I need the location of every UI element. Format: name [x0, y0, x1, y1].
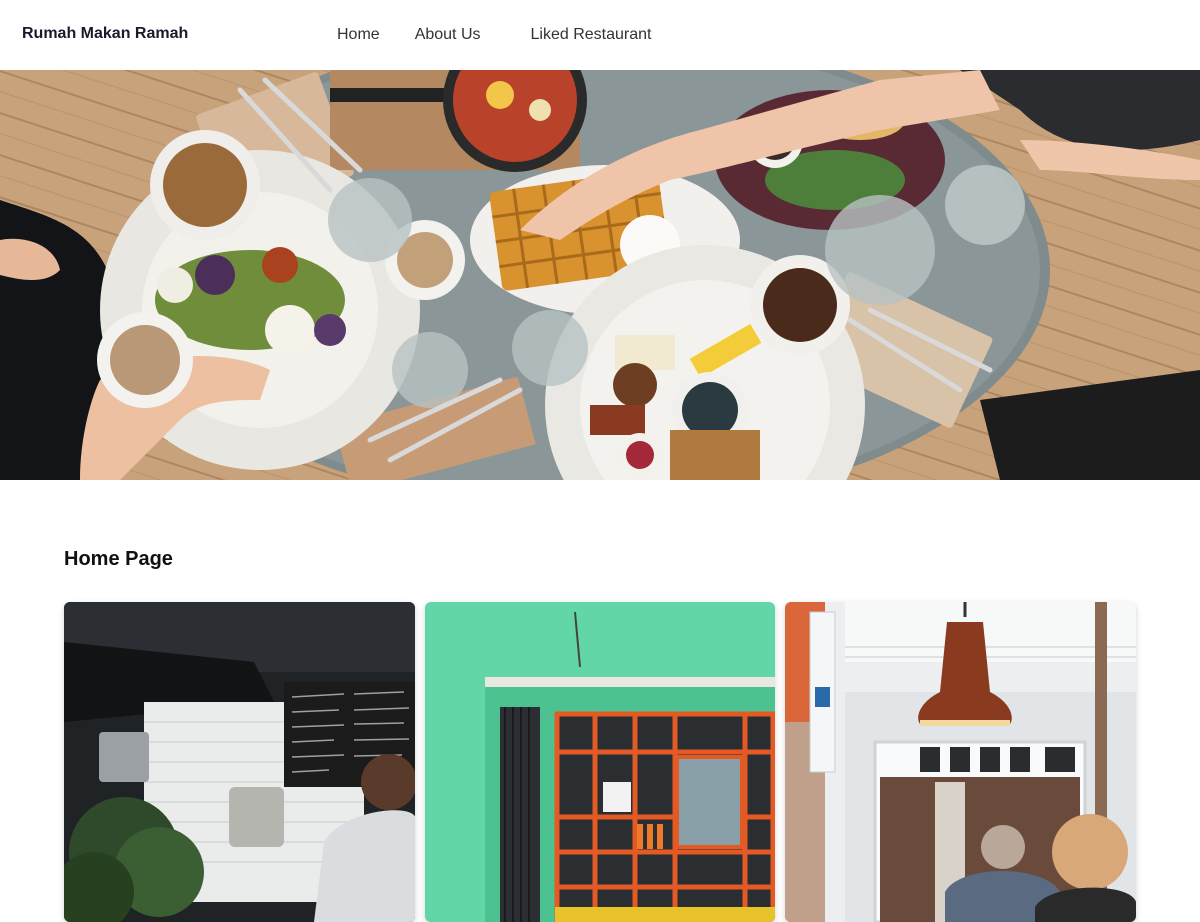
hero-image — [0, 70, 1200, 480]
restaurant-card[interactable] — [64, 602, 415, 922]
restaurant-card[interactable] — [785, 602, 1136, 922]
restaurant-card[interactable] — [425, 602, 775, 922]
cafe-lamp-image — [785, 602, 1136, 922]
hero-food-table-illustration — [0, 70, 1200, 480]
green-storefront-image — [425, 602, 775, 922]
nav-link-liked-restaurant[interactable]: Liked Restaurant — [531, 25, 652, 45]
page-title: Home Page — [64, 548, 173, 570]
navbar: Rumah Makan Ramah Home About Us Liked Re… — [0, 0, 1200, 70]
nav-link-about-us[interactable]: About Us — [415, 25, 481, 45]
nav-link-home[interactable]: Home — [337, 25, 380, 45]
restaurant-card-list — [64, 602, 1136, 922]
nav-links: Home About Us Liked Restaurant — [337, 25, 686, 45]
brand-title[interactable]: Rumah Makan Ramah — [22, 25, 188, 43]
restaurant-kitchen-image — [64, 602, 415, 922]
